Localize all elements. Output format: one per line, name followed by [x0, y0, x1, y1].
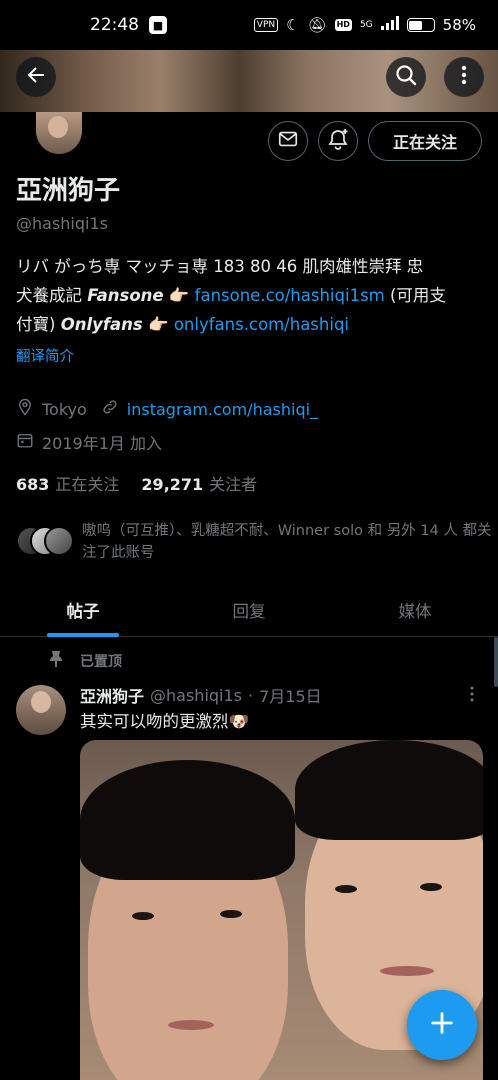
location-pin-icon: [16, 398, 42, 420]
profile-meta-location-website: Tokyo instagram.com/hashiqi_: [16, 398, 318, 420]
signal-icon: 5G: [359, 19, 373, 30]
onlyfans-link[interactable]: onlyfans.com/hashiqi: [174, 315, 349, 334]
post-author-avatar[interactable]: [16, 685, 66, 735]
status-time: 22:48: [90, 15, 139, 35]
more-vertical-icon: [452, 63, 476, 91]
pinned-indicator: 已置顶: [48, 650, 122, 672]
post-text: 其实可以吻的更激烈🐶: [80, 712, 250, 731]
photo-hair-left: [80, 760, 295, 880]
profile-avatar[interactable]: [36, 112, 82, 154]
translate-bio-link[interactable]: 翻译简介: [16, 345, 74, 366]
plus-icon: [428, 1009, 456, 1041]
following-label: 正在关注: [55, 475, 120, 494]
scrollbar[interactable]: [494, 637, 498, 687]
arrow-left-icon: [24, 63, 48, 91]
followers-count: 29,271: [141, 475, 204, 494]
photo-hair-right: [295, 740, 483, 840]
followers-label: 关注者: [209, 475, 258, 494]
followed-by-text: 嗷呜（可互推）、乳糖超不耐、Winner solo 和 另外 14 人 都关注了…: [82, 523, 492, 561]
vpn-badge: VPN: [253, 18, 279, 32]
photo-mouth: [168, 1020, 214, 1030]
post-more-button[interactable]: [462, 684, 482, 708]
photo-eye: [220, 910, 242, 918]
more-vertical-icon: [462, 686, 482, 708]
follow-stats: 683 正在关注 29,271 关注者: [16, 471, 257, 495]
photo-eye: [420, 883, 442, 891]
photo-eye: [132, 912, 154, 920]
profile-website-link[interactable]: instagram.com/hashiqi_: [127, 400, 318, 419]
bio-line2-prefix: 犬養成記: [16, 286, 88, 305]
photo-mouth: [380, 966, 434, 976]
more-options-button[interactable]: [444, 57, 484, 97]
compose-post-button[interactable]: [407, 990, 477, 1060]
moon-icon: ☾: [286, 16, 300, 34]
post-header: 亞洲狗子 @hashiqi1s · 7月15日: [80, 683, 322, 707]
message-button[interactable]: [268, 121, 308, 161]
pin-icon: [48, 650, 64, 672]
calendar-icon: [16, 431, 42, 453]
status-bar-right: VPN ☾ 🔕︎ HD 5G 58%: [253, 16, 476, 34]
status-bar-left: 22:48 ■: [90, 15, 167, 35]
pinned-label: 已置顶: [80, 654, 122, 670]
battery-icon: [406, 18, 435, 32]
following-button[interactable]: 正在关注: [368, 121, 482, 161]
bio-onlyfans-label: Onlyfans: [60, 315, 143, 334]
network-type: 5G: [359, 19, 373, 30]
followers-you-know[interactable]: 嗷呜（可互推）、乳糖超不耐、Winner solo 和 另外 14 人 都关注了…: [16, 520, 492, 564]
profile-joined-date: 2019年1月 加入: [42, 434, 162, 453]
bell-plus-icon: [326, 127, 350, 155]
status-bar: 22:48 ■ VPN ☾ 🔕︎ HD 5G 58%: [0, 0, 498, 50]
fansone-link[interactable]: fansone.co/hashiqi1sm: [195, 286, 385, 305]
search-button[interactable]: [386, 57, 426, 97]
user-handle: @hashiqi1s: [16, 214, 108, 233]
tab-posts[interactable]: 帖子: [0, 584, 166, 636]
pointing-hand-icon: 👉🏻: [163, 286, 195, 305]
envelope-icon: [277, 128, 299, 154]
bio-line1: リバ がっち専 マッチョ専 183 80 46 肌肉雄性崇拜 忠: [16, 257, 424, 276]
post-author-handle[interactable]: @hashiqi1s: [150, 686, 242, 705]
signal-bars-icon: [380, 16, 399, 34]
app-notification-icon: ■: [149, 16, 167, 34]
search-icon: [394, 63, 418, 91]
profile-meta-joined: 2019年1月 加入: [16, 430, 162, 454]
following-stat[interactable]: 683 正在关注: [16, 471, 119, 495]
mute-icon: 🔕︎: [307, 16, 327, 34]
post-author-name[interactable]: 亞洲狗子: [80, 683, 144, 707]
display-name: 亞洲狗子: [16, 176, 121, 206]
photo-eye: [335, 885, 357, 893]
following-count: 683: [16, 475, 50, 494]
back-button[interactable]: [16, 57, 56, 97]
bio-line2-suffix: (可用支: [384, 286, 446, 305]
profile-tabs: 帖子 回复 媒体: [0, 584, 498, 637]
post-date[interactable]: 7月15日: [259, 683, 322, 707]
followers-stat[interactable]: 29,271 关注者: [141, 471, 257, 495]
battery-percent: 58%: [442, 16, 476, 34]
notifications-button[interactable]: [318, 121, 358, 161]
profile-location: Tokyo: [42, 399, 87, 419]
tab-replies[interactable]: 回复: [166, 584, 332, 636]
profile-bio: リバ がっち専 マッチョ専 183 80 46 肌肉雄性崇拜 忠 犬養成記 Fa…: [16, 252, 482, 339]
post-separator: ·: [248, 685, 254, 705]
bio-line3-prefix: 付寶): [16, 315, 61, 334]
mutual-avatars: [16, 526, 74, 560]
pointing-hand-icon: 👉🏻: [142, 315, 174, 334]
tab-media[interactable]: 媒体: [332, 584, 498, 636]
hd-badge: HD: [334, 19, 352, 31]
bio-fansone-label: Fansone: [87, 286, 164, 305]
mutual-avatar: [44, 526, 74, 556]
link-icon: [101, 398, 127, 420]
